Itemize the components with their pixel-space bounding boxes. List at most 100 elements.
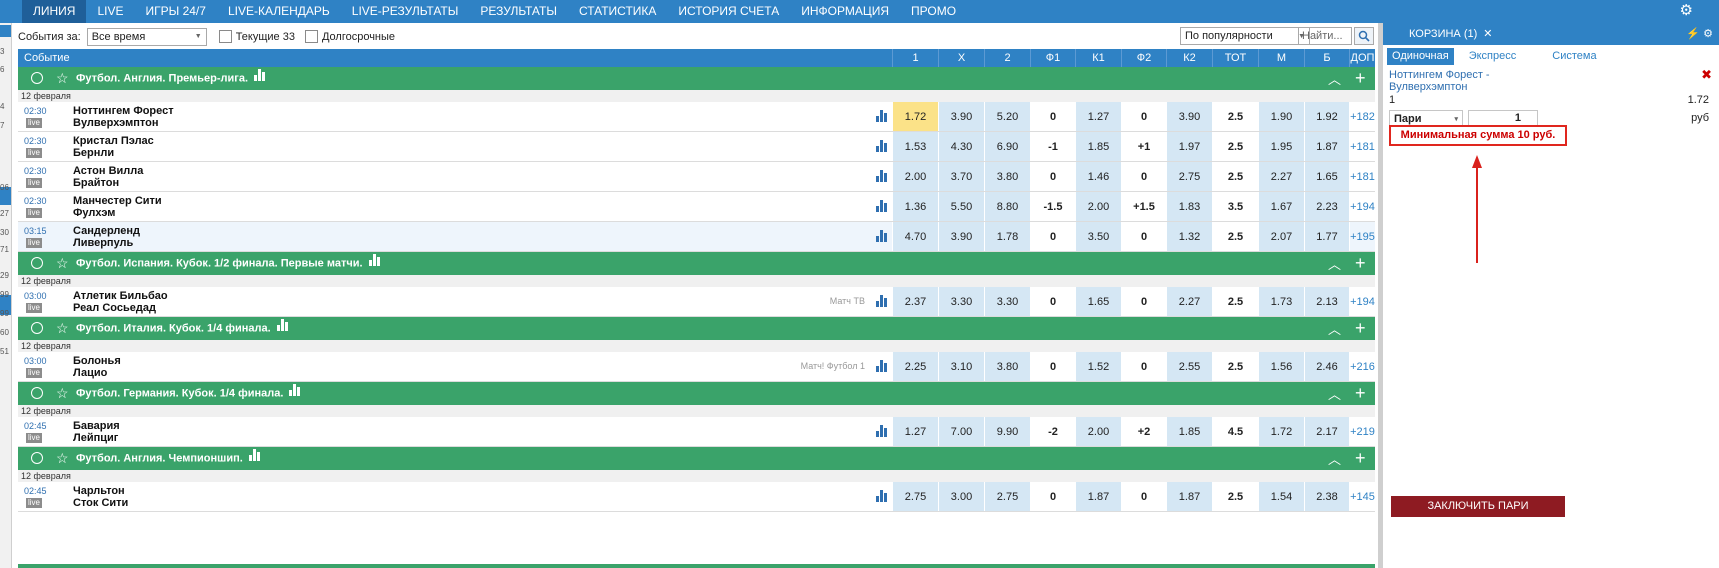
team-home[interactable]: Астон Вилла (73, 165, 143, 177)
odds-total[interactable]: 2.5 (1212, 287, 1258, 316)
sort-select[interactable]: По популярности ▼ (1180, 27, 1310, 45)
odds-total[interactable]: 2.5 (1212, 352, 1258, 381)
group-name[interactable]: Футбол. Англия. Чемпионшип. (76, 447, 262, 470)
odds-handicap-odd-1[interactable]: 2.00 (1075, 192, 1121, 221)
odds-total-over[interactable]: 1.77 (1304, 222, 1349, 251)
star-icon[interactable]: ☆ (56, 385, 69, 402)
match-row[interactable]: 02:30 live Манчестер Сити Фулхэм 1.36 5.50 8.8… (18, 192, 1375, 222)
odds-total-under[interactable]: 1.72 (1258, 417, 1304, 446)
odds-total-over[interactable]: 2.17 (1304, 417, 1349, 446)
stats-icon[interactable] (276, 317, 290, 340)
star-icon[interactable]: ☆ (56, 70, 69, 87)
odds-odd-1[interactable]: 1.27 (892, 417, 938, 446)
team-away[interactable]: Сток Сити (73, 497, 128, 509)
plus-icon[interactable]: + (1355, 252, 1366, 275)
odds-handicap-1[interactable]: -2 (1030, 417, 1075, 446)
stats-icon[interactable] (368, 252, 382, 275)
odds-odd-1[interactable]: 1.72 (892, 102, 938, 131)
odds-total-over[interactable]: 1.87 (1304, 132, 1349, 161)
match-row[interactable]: 02:45 live Бавария Лейпциг 1.27 7.00 9.90 -2 2.0… (18, 417, 1375, 447)
stats-icon[interactable] (876, 295, 890, 309)
odds-handicap-2[interactable]: 0 (1121, 102, 1166, 131)
group-name[interactable]: Футбол. Германия. Кубок. 1/4 финала. (76, 382, 302, 405)
group-header[interactable]: ☆ Футбол. Испания. Кубок. 1/2 финала. Пер… (18, 252, 1375, 275)
nav-item[interactable]: ИСТОРИЯ СЧЕТА (667, 0, 790, 23)
collapse-icon[interactable]: ︿ (1328, 69, 1341, 88)
odds-total-under[interactable]: 2.27 (1258, 162, 1304, 191)
odds-odd-x[interactable]: 4.30 (938, 132, 984, 161)
team-away[interactable]: Ливерпуль (73, 237, 133, 249)
plus-icon[interactable]: + (1355, 382, 1366, 405)
odds-odd-x[interactable]: 3.00 (938, 482, 984, 511)
nav-item[interactable]: ЛИНИЯ (22, 0, 87, 23)
odds-handicap-1[interactable]: 0 (1030, 162, 1075, 191)
odds-handicap-1[interactable]: -1.5 (1030, 192, 1075, 221)
odds-handicap-odd-1[interactable]: 1.27 (1075, 102, 1121, 131)
team-home[interactable]: Чарльтон (73, 485, 125, 497)
odds-handicap-odd-2[interactable]: 1.32 (1166, 222, 1212, 251)
odds-handicap-1[interactable]: 0 (1030, 352, 1075, 381)
group-header[interactable]: ☆ Футбол. Англия. Чемпионшип. ︿ + (18, 447, 1375, 470)
stats-icon[interactable] (876, 140, 890, 154)
star-icon[interactable]: ☆ (56, 450, 69, 467)
odds-total-under[interactable]: 2.07 (1258, 222, 1304, 251)
odds-odd-1[interactable]: 1.36 (892, 192, 938, 221)
odds-odd-1[interactable]: 1.53 (892, 132, 938, 161)
odds-total-under[interactable]: 1.73 (1258, 287, 1304, 316)
team-home[interactable]: Сандерленд (73, 225, 140, 237)
stats-icon[interactable] (254, 67, 267, 90)
nav-item[interactable]: LIVE (86, 0, 134, 23)
odds-more-markets[interactable]: +181 (1349, 162, 1375, 191)
team-away[interactable]: Вулверхэмптон (73, 117, 159, 129)
odds-handicap-1[interactable]: 0 (1030, 222, 1075, 251)
odds-more-markets[interactable]: +145 (1349, 482, 1375, 511)
stats-icon[interactable] (289, 382, 302, 405)
match-row[interactable]: 02:45 live Чарльтон Сток Сити 2.75 3.00 2.75 0 1… (18, 482, 1375, 512)
team-away[interactable]: Лейпциг (73, 432, 118, 444)
odds-odd-1[interactable]: 2.25 (892, 352, 938, 381)
odds-total-over[interactable]: 2.38 (1304, 482, 1349, 511)
odds-more-markets[interactable]: +181 (1349, 132, 1375, 161)
odds-odd-1[interactable]: 2.37 (892, 287, 938, 316)
group-name[interactable]: Футбол. Италия. Кубок. 1/4 финала. (76, 317, 290, 340)
odds-handicap-2[interactable]: +2 (1121, 417, 1166, 446)
odds-total-over[interactable]: 2.23 (1304, 192, 1349, 221)
nav-item[interactable]: LIVE-РЕЗУЛЬТАТЫ (341, 0, 470, 23)
odds-handicap-1[interactable]: 0 (1030, 287, 1075, 316)
odds-odd-2[interactable]: 5.20 (984, 102, 1030, 131)
longterm-checkbox[interactable]: Долгосрочные (304, 30, 395, 43)
left-strip-tab[interactable] (0, 25, 11, 37)
gear-icon[interactable]: ⚙ (1703, 28, 1713, 40)
odds-handicap-2[interactable]: +1.5 (1121, 192, 1166, 221)
odds-odd-2[interactable]: 2.75 (984, 482, 1030, 511)
search-input[interactable]: Найти... (1298, 27, 1352, 45)
odds-more-markets[interactable]: +219 (1349, 417, 1375, 446)
odds-more-markets[interactable]: +195 (1349, 222, 1375, 251)
nav-item[interactable]: СТАТИСТИКА (568, 0, 667, 23)
odds-handicap-1[interactable]: -1 (1030, 132, 1075, 161)
close-icon[interactable]: ✕ (1483, 28, 1492, 40)
odds-odd-x[interactable]: 7.00 (938, 417, 984, 446)
odds-odd-x[interactable]: 3.90 (938, 222, 984, 251)
team-away[interactable]: Фулхэм (73, 207, 115, 219)
odds-odd-1[interactable]: 4.70 (892, 222, 938, 251)
stats-icon[interactable] (248, 447, 262, 470)
odds-handicap-odd-2[interactable]: 1.97 (1166, 132, 1212, 161)
odds-total[interactable]: 2.5 (1212, 132, 1258, 161)
odds-total-over[interactable]: 2.46 (1304, 352, 1349, 381)
odds-handicap-odd-1[interactable]: 1.87 (1075, 482, 1121, 511)
odds-handicap-odd-1[interactable]: 2.00 (1075, 417, 1121, 446)
odds-odd-x[interactable]: 3.90 (938, 102, 984, 131)
period-select[interactable]: Все время ▼ (86, 27, 207, 46)
odds-total[interactable]: 2.5 (1212, 162, 1258, 191)
collapse-icon[interactable]: ︿ (1328, 319, 1341, 338)
team-away[interactable]: Брайтон (73, 177, 119, 189)
remove-bet-icon[interactable]: ✖ (1701, 67, 1712, 83)
odds-handicap-2[interactable]: 0 (1121, 482, 1166, 511)
odds-handicap-2[interactable]: 0 (1121, 287, 1166, 316)
odds-more-markets[interactable]: +216 (1349, 352, 1375, 381)
odds-odd-x[interactable]: 5.50 (938, 192, 984, 221)
group-header[interactable]: ☆ Футбол. Италия. Кубок. 1/4 финала. ︿ + (18, 317, 1375, 340)
star-icon[interactable]: ☆ (56, 255, 69, 272)
collapse-icon[interactable]: ︿ (1328, 384, 1341, 403)
